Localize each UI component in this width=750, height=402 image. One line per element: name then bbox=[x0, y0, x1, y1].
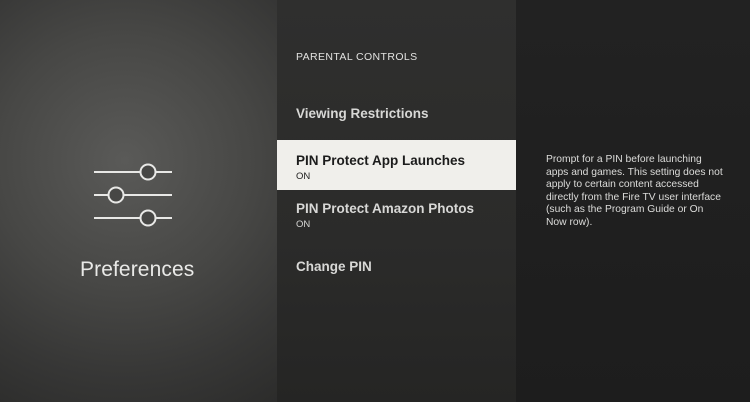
sliders-icon bbox=[94, 163, 172, 227]
fire-tv-settings-screen: Preferences PARENTAL CONTROLS Viewing Re… bbox=[0, 0, 750, 402]
menu-item-label: Viewing Restrictions bbox=[296, 106, 429, 121]
menu-item-change-pin[interactable]: Change PIN bbox=[277, 259, 516, 283]
menu-item-pin-protect-app-launches[interactable]: PIN Protect App Launches ON bbox=[277, 140, 516, 190]
detail-panel: Prompt for a PIN before launching apps a… bbox=[516, 0, 750, 402]
menu-item-label: PIN Protect App Launches bbox=[296, 153, 466, 168]
category-panel: Preferences bbox=[0, 0, 277, 402]
menu-item-value: ON bbox=[296, 171, 311, 182]
setting-description: Prompt for a PIN before launching apps a… bbox=[546, 154, 723, 228]
menu-item-label: PIN Protect Amazon Photos Ap bbox=[296, 201, 474, 216]
menu-item-viewing-restrictions[interactable]: Viewing Restrictions bbox=[277, 106, 516, 130]
category-title: Preferences bbox=[80, 258, 195, 281]
section-heading: PARENTAL CONTROLS bbox=[296, 51, 418, 63]
menu-panel: PARENTAL CONTROLS Viewing Restrictions P… bbox=[277, 0, 516, 402]
menu-item-label: Change PIN bbox=[296, 259, 372, 274]
menu-item-pin-protect-amazon-photos[interactable]: PIN Protect Amazon Photos Ap ON bbox=[277, 201, 516, 235]
menu-item-value: ON bbox=[296, 219, 311, 230]
